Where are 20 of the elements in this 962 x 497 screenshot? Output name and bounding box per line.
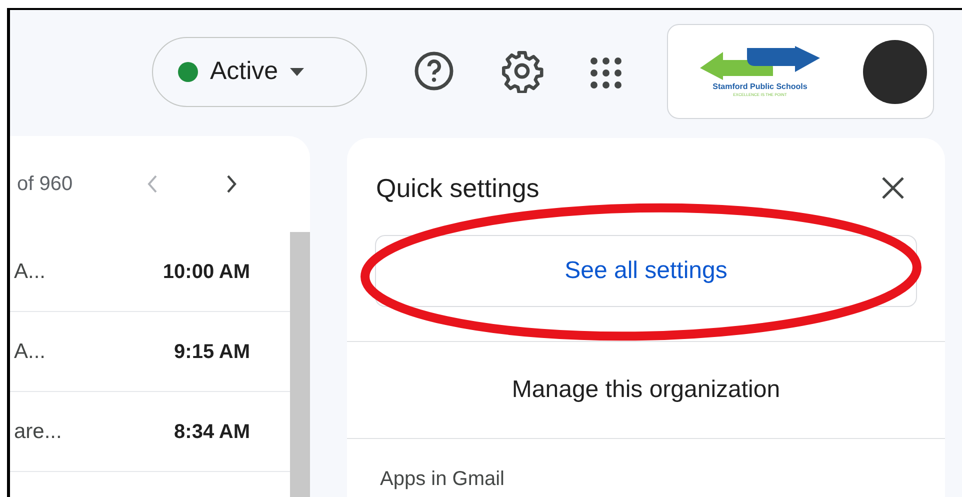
settings-icon[interactable] <box>500 49 544 93</box>
mail-snippet: A... <box>14 258 46 285</box>
school-name: Stamford Public Schools <box>712 82 808 92</box>
quick-settings-title: Quick settings <box>376 172 540 204</box>
status-button[interactable]: Active <box>152 37 367 107</box>
mail-snippet: A... <box>14 338 46 365</box>
mail-time: 9:15 AM <box>174 340 250 364</box>
apps-grid-icon[interactable] <box>590 57 622 89</box>
scrollbar[interactable] <box>290 232 310 497</box>
mail-snippet: are... <box>14 418 62 445</box>
caret-icon <box>290 68 304 76</box>
help-icon[interactable] <box>413 50 455 92</box>
mail-time: 10:00 AM <box>162 260 250 284</box>
close-icon[interactable] <box>881 176 905 200</box>
see-all-settings-button[interactable]: See all settings <box>375 235 917 307</box>
mail-time: 8:34 AM <box>174 420 250 444</box>
manage-organization-button[interactable]: Manage this organization <box>347 342 945 438</box>
chevron-right-icon[interactable] <box>225 173 239 195</box>
section-heading: Apps in Gmail <box>379 467 506 489</box>
page-range: of 960 <box>17 172 74 197</box>
